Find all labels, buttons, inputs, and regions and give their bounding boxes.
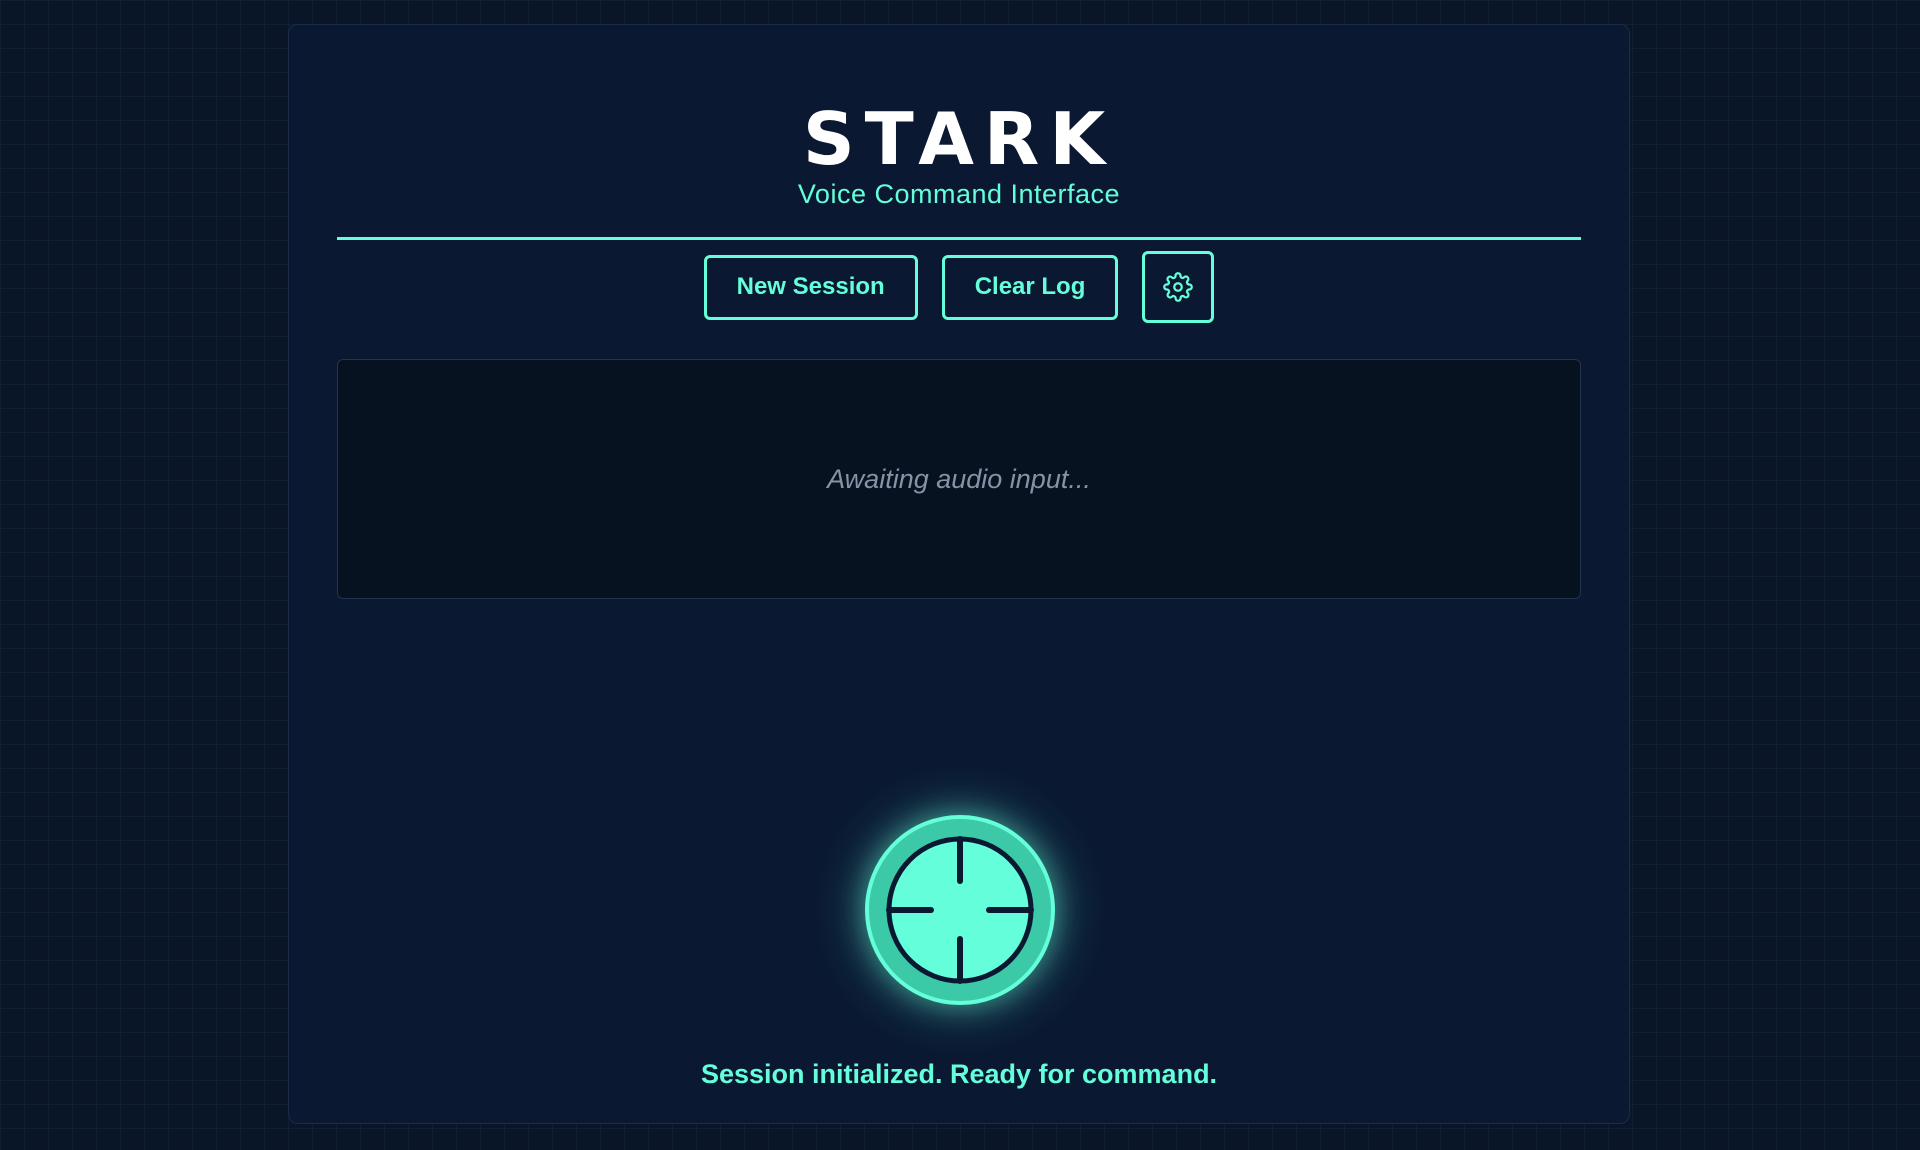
mic-container — [805, 755, 1115, 1065]
clear-log-button[interactable]: Clear Log — [941, 254, 1119, 320]
header: STARK Voice Command Interface — [337, 75, 1581, 240]
crosshair-icon — [886, 836, 1034, 984]
status-message: Session initialized. Ready for command. — [700, 1059, 1218, 1089]
toolbar: New Session Clear Log — [289, 251, 1629, 323]
settings-button[interactable] — [1142, 251, 1215, 323]
mic-button[interactable] — [865, 815, 1055, 1005]
log-placeholder: Awaiting audio input... — [827, 463, 1091, 494]
app-title: STARK — [802, 97, 1116, 181]
main-panel: STARK Voice Command Interface New Sessio… — [288, 24, 1630, 1124]
gear-icon — [1163, 272, 1194, 302]
app-subtitle: Voice Command Interface — [797, 179, 1121, 209]
transcript-log: Awaiting audio input... — [337, 359, 1581, 599]
new-session-button[interactable]: New Session — [703, 254, 918, 320]
